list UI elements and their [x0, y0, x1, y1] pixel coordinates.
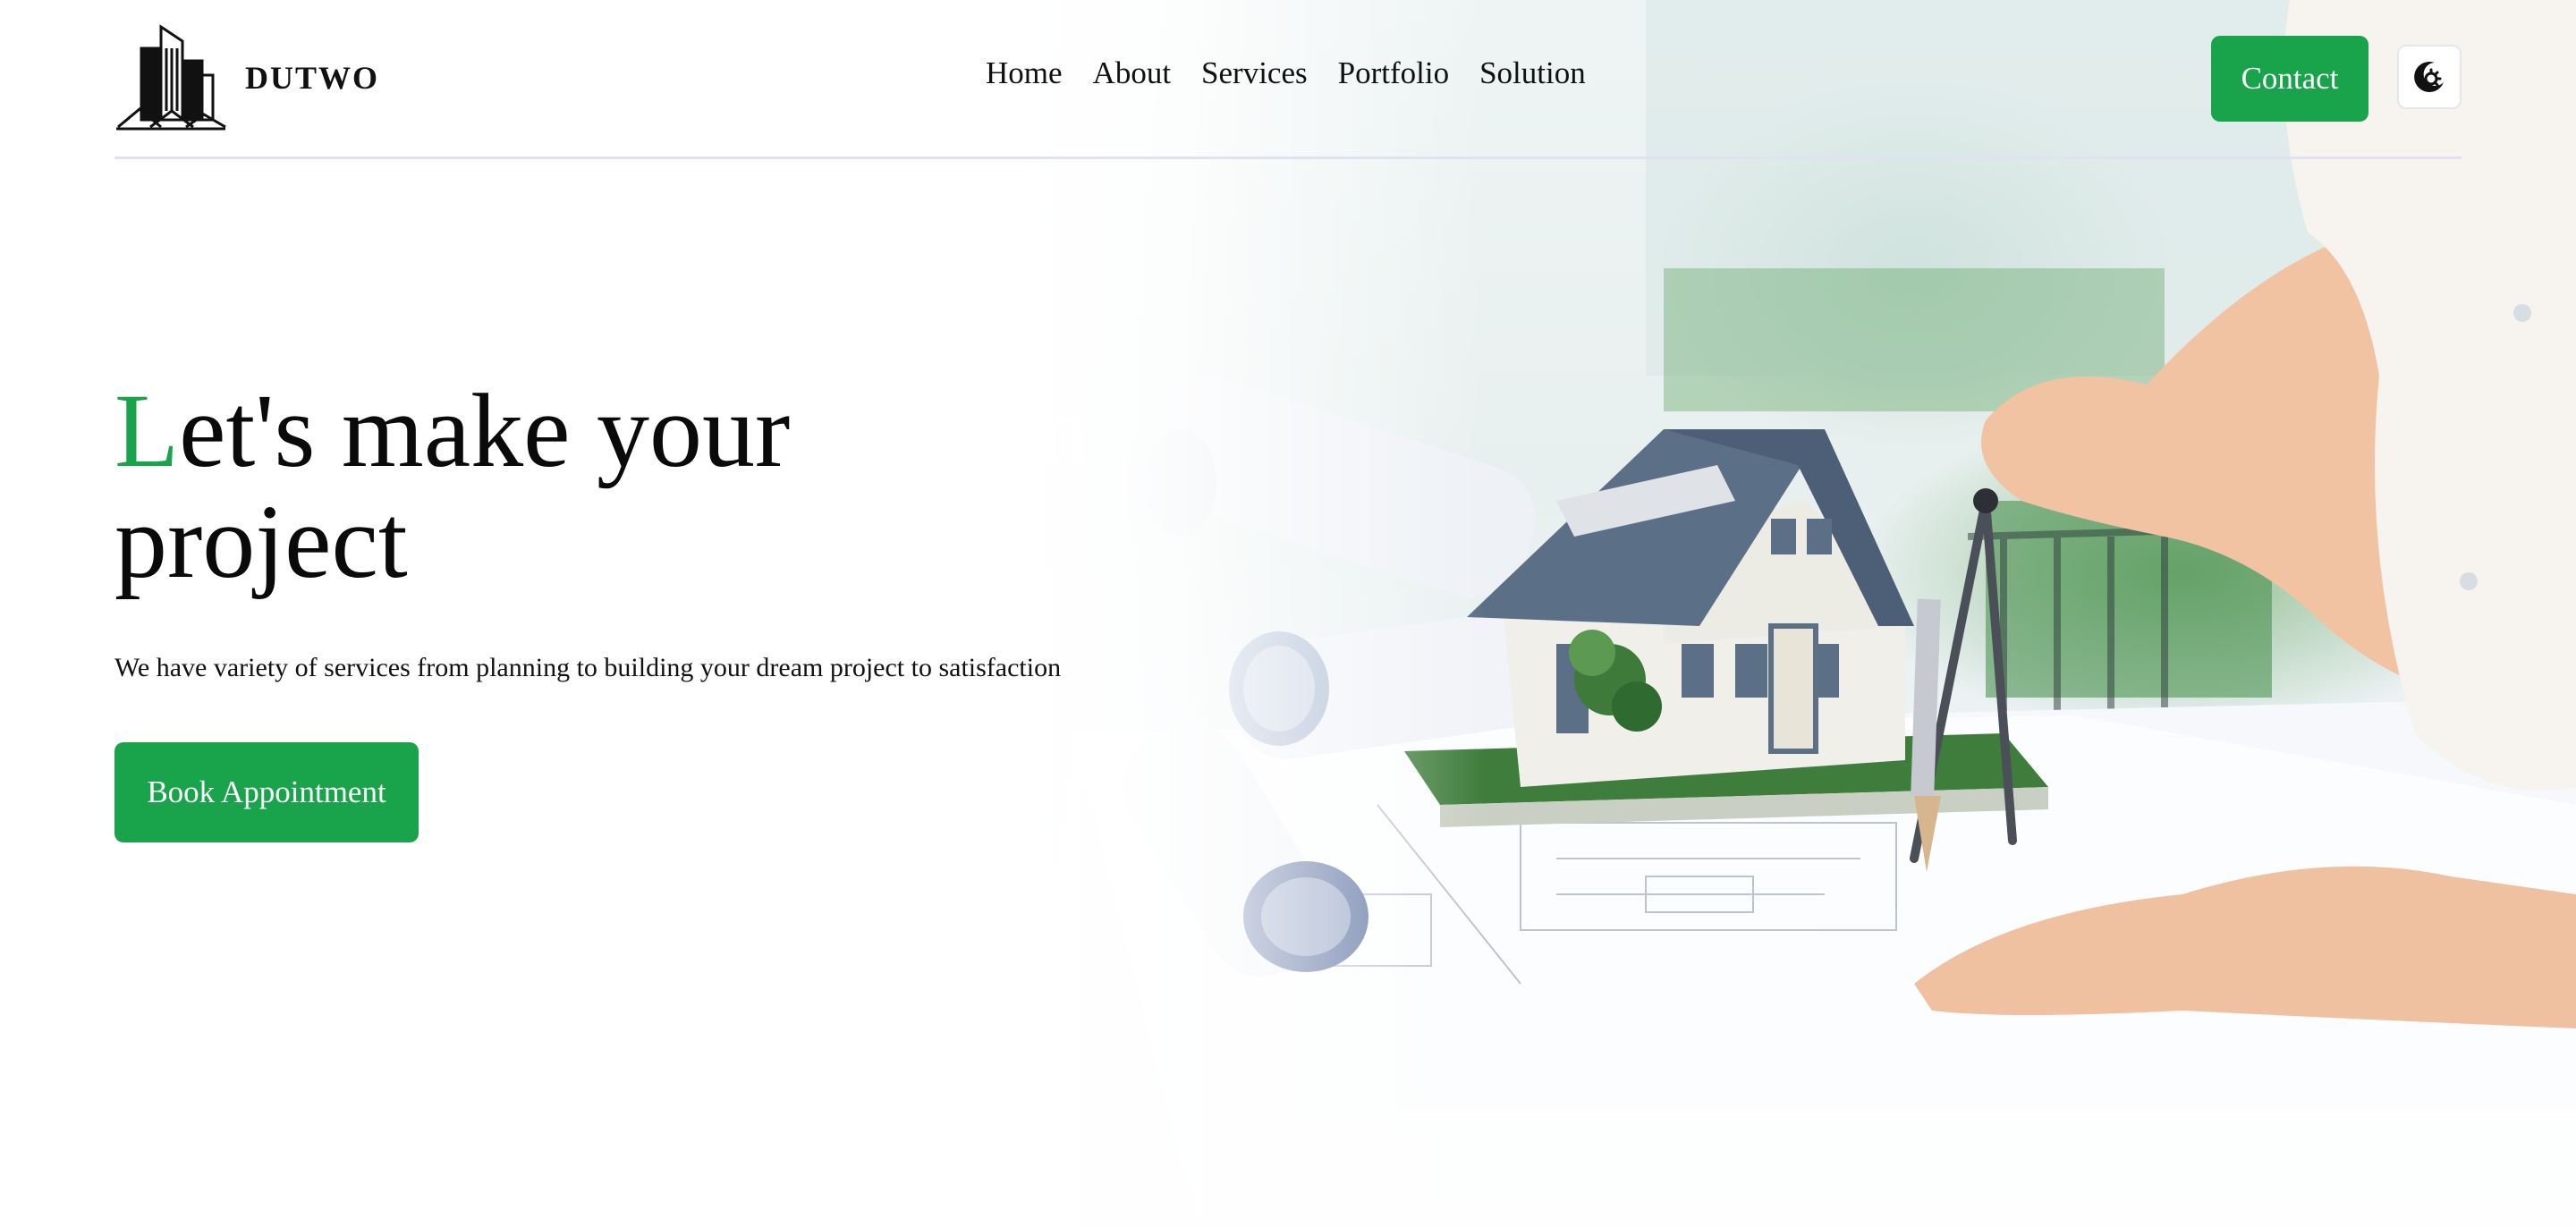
hero-image	[1020, 0, 2576, 1227]
nav-about[interactable]: About	[1093, 55, 1172, 91]
site-header: DUTWO Home About Services Portfolio Solu…	[114, 0, 2462, 159]
hero-title-text: et's make your	[179, 372, 817, 489]
buildings-logo-icon	[116, 24, 226, 131]
book-appointment-button[interactable]: Book Appointment	[114, 742, 419, 842]
hero-title-line2: project	[114, 483, 408, 600]
hero-title: Let's make your dream project	[114, 376, 1102, 597]
nav-home[interactable]: Home	[986, 55, 1063, 91]
contact-button[interactable]: Contact	[2211, 36, 2368, 122]
hero-title-highlight: dream	[817, 376, 1102, 487]
nav-portfolio[interactable]: Portfolio	[1338, 55, 1449, 91]
main-nav: Home About Services Portfolio Solution	[986, 55, 1586, 91]
nav-services[interactable]: Services	[1201, 55, 1308, 91]
theme-toggle-button[interactable]	[2397, 45, 2462, 109]
hero-subtitle: We have variety of services from plannin…	[114, 653, 1062, 682]
hero-title-first-letter: L	[114, 372, 180, 489]
theme-toggle-icon	[2414, 61, 2444, 92]
nav-solution[interactable]: Solution	[1479, 55, 1586, 91]
brand-logo[interactable]: DUTWO	[114, 21, 379, 134]
architect-house-model-illustration	[1020, 0, 2576, 1227]
brand-name: DUTWO	[245, 60, 380, 96]
